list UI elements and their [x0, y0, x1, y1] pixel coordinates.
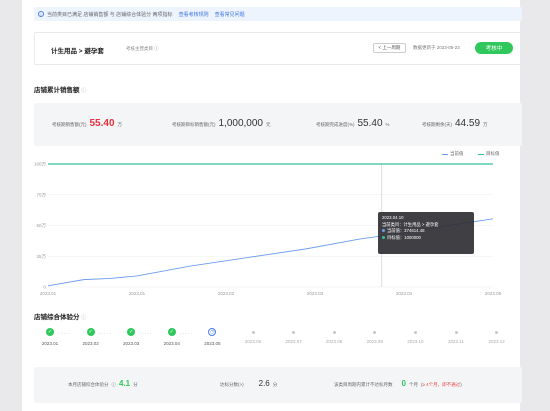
- month-timeline: ✓ 2023.01 ····· ✓ 2023.02 ····· ✓ 2023.03 ····· ✓…: [34, 328, 522, 358]
- clock-icon: ◷: [208, 328, 217, 336]
- experience-section-title: 店铺综合体验分 ⓘ: [34, 314, 87, 321]
- y-tick-label: 0: [43, 285, 46, 290]
- y-tick-label: 50万: [36, 223, 46, 229]
- month-label: 2023.09: [366, 338, 383, 344]
- experience-score-panel: 本月店铺综合体验分 ⓘ 4.1 分 达标分数(>) 2.6 分 该类目周期内累计…: [34, 367, 522, 403]
- connector-dots: ·····: [98, 331, 112, 337]
- x-tick-label: 2023.04: [396, 291, 413, 296]
- y-tick-label: 25万: [36, 254, 46, 260]
- help-icon[interactable]: ⓘ: [112, 382, 117, 388]
- month-label: 2023.07: [285, 338, 302, 344]
- faq-link[interactable]: 查看常见问题: [215, 11, 245, 18]
- check-icon: ✓: [167, 328, 176, 336]
- score-current: 本月店铺综合体验分 ⓘ 4.1 分: [68, 379, 138, 388]
- rules-link[interactable]: 查看考核规则: [179, 11, 209, 18]
- breadcrumb: 计生用品 > 避孕套: [51, 48, 104, 55]
- month-step-2023.08[interactable]: 2023.08: [319, 328, 349, 344]
- pending-dot: [292, 330, 296, 334]
- month-step-2023.06[interactable]: 2023.06: [238, 328, 268, 344]
- stat-progress: 考核期完成进度(%) 55.40 %: [316, 118, 390, 129]
- month-label: 2023.02: [82, 341, 99, 346]
- y-tick-label: 100万: [34, 162, 47, 168]
- month-step-2023.09[interactable]: 2023.09: [360, 328, 390, 344]
- chart-tooltip: 2023.04.10 当前类目：计生用品 > 避孕套 当前值：374614.48…: [378, 212, 474, 254]
- month-step-2023.10[interactable]: 2023.10: [400, 328, 430, 344]
- month-step-2023.07[interactable]: 2023.07: [279, 328, 309, 344]
- x-tick-label: 2023.05: [485, 291, 502, 296]
- sub-label: 考核主营类目 ⓘ: [126, 46, 159, 51]
- month-label: 2023.05: [204, 341, 221, 346]
- stat-sales: 考核期销售额(元) 55.40 万: [52, 118, 123, 129]
- stat-remaining: 考核期剩余(天) 44.59 万: [422, 118, 488, 129]
- connector-dots: ·····: [58, 331, 72, 337]
- info-icon: i: [38, 11, 44, 17]
- check-icon: ✓: [127, 328, 136, 336]
- sales-section-title: 店铺累计销售额 ⓘ: [34, 87, 87, 94]
- month-label: 2023.06: [244, 338, 262, 344]
- pending-dot: [413, 330, 417, 334]
- prev-period-button[interactable]: < 上一周期: [373, 43, 406, 53]
- month-step-2023.12[interactable]: 2023.12: [482, 328, 512, 344]
- pending-dot: [454, 330, 458, 334]
- status-badge: 考核中: [475, 42, 513, 54]
- score-fail-months: 该类目周期内累计不达标月数 0 个月 (≥ 4个月，即不通过): [334, 379, 462, 388]
- notice-text: 当前类目已满足 店铺销售额 与 店铺综合体验分 两项指标: [47, 11, 173, 18]
- page-panel: i 当前类目已满足 店铺销售额 与 店铺综合体验分 两项指标 查看考核规则 查看…: [22, 0, 522, 411]
- check-icon: ✓: [46, 328, 54, 336]
- tooltip-target: 目标值：1000000: [382, 235, 470, 242]
- pending-dot: [495, 330, 499, 334]
- month-step-2023.11[interactable]: 2023.11: [441, 328, 471, 344]
- stat-target: 考核期目标销售额(元) 1,000,000 元: [172, 118, 271, 129]
- month-label: 2023.03: [123, 341, 140, 346]
- notice-bar: i 当前类目已满足 店铺销售额 与 店铺综合体验分 两项指标 查看考核规则 查看…: [34, 7, 522, 21]
- pending-dot: [251, 330, 255, 334]
- month-label: 2023.11: [448, 338, 464, 344]
- help-icon[interactable]: ⓘ: [154, 46, 159, 51]
- pending-dot: [332, 330, 336, 334]
- updated-text: 数据更新于 2023-05-23: [413, 45, 460, 50]
- x-tick-label: 2023.01: [40, 291, 57, 296]
- score-target: 达标分数(>) 2.6 分: [220, 379, 278, 388]
- help-icon[interactable]: ⓘ: [81, 315, 86, 321]
- month-label: 2023.04: [163, 341, 180, 346]
- sales-stats: 考核期销售额(元) 55.40 万 考核期目标销售额(元) 1,000,000 …: [34, 103, 522, 146]
- x-tick-label: 2023.02: [218, 291, 235, 296]
- x-tick-label: 2023.01: [129, 291, 146, 296]
- month-step-2023.05[interactable]: ◷ 2023.05: [197, 328, 227, 346]
- check-icon: ✓: [86, 328, 95, 336]
- y-tick-label: 75万: [36, 192, 46, 198]
- connector-dots: ·····: [139, 331, 153, 337]
- month-label: 2023.01: [41, 341, 59, 346]
- month-label: 2023.10: [407, 338, 424, 344]
- connector-dots: ·····: [179, 331, 194, 337]
- x-tick-label: 2023.03: [307, 291, 324, 296]
- month-label: 2023.12: [488, 338, 505, 344]
- help-icon[interactable]: ⓘ: [81, 88, 86, 94]
- category-header: 计生用品 > 避孕套 考核主营类目 ⓘ < 上一周期 数据更新于 2023-05…: [34, 32, 522, 65]
- pending-dot: [373, 330, 377, 334]
- month-label: 2023.08: [326, 338, 343, 344]
